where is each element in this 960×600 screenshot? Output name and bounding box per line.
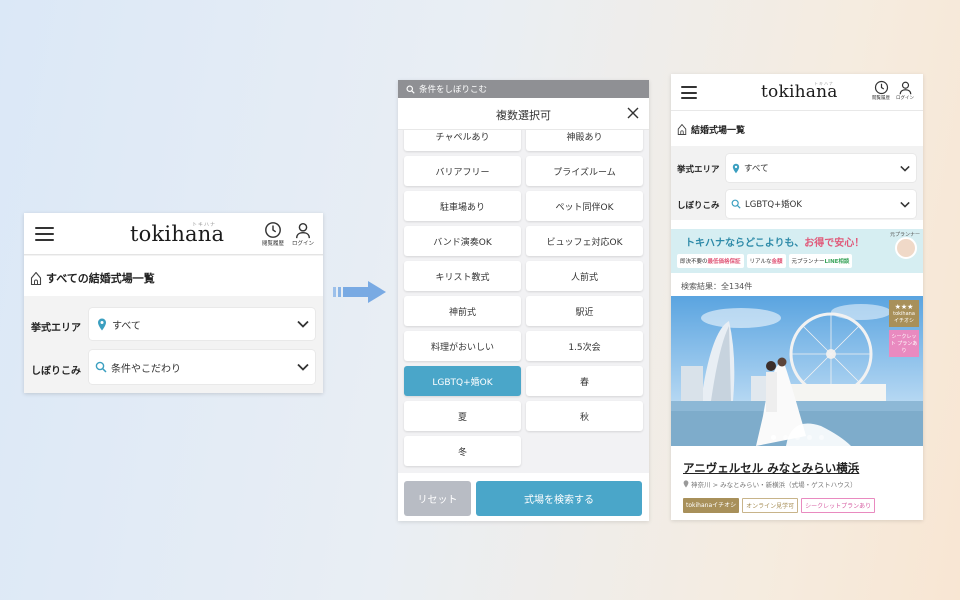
banner-chip: 元プランナーLINE相談 <box>788 254 853 268</box>
logo-sub: トキハナ <box>192 222 217 228</box>
close-icon[interactable] <box>627 107 639 119</box>
login-button[interactable]: ログイン <box>290 221 316 247</box>
history-label: 閲覧履歴 <box>261 241 284 247</box>
banner-chips: 即決不要の最低価格保証 リアルな金額 元プランナーLINE相談 <box>677 254 853 268</box>
filter-option[interactable]: 1.5次会 <box>526 331 643 361</box>
carousel-dot[interactable] <box>806 435 812 440</box>
venue-photo[interactable]: ★★★ tokihana イチオシ シークレット プランあり <box>671 296 923 446</box>
modal-title: 複数選択可 <box>496 109 551 122</box>
pin-icon <box>683 480 689 488</box>
login-button[interactable]: ログイン <box>894 80 916 101</box>
filter-option[interactable]: プライズルーム <box>526 156 643 186</box>
filter-bar-label: 条件をしぼりこむ <box>419 85 488 95</box>
filter-option[interactable]: バリアフリー <box>404 156 521 186</box>
area-select[interactable]: すべて <box>89 308 315 340</box>
area-label: 挙式エリア <box>31 323 81 334</box>
menu-icon[interactable] <box>681 86 697 103</box>
badge: ★★★ tokihana イチオシ シークレット プランあり <box>889 300 919 357</box>
history-button[interactable]: 閲覧履歴 <box>260 221 286 247</box>
area-select-value: すべて <box>744 164 769 174</box>
logo-sub: トキハナ <box>814 81 834 86</box>
filter-option[interactable]: 人前式 <box>526 261 643 291</box>
carousel-dots <box>671 435 923 440</box>
login-label: ログイン <box>291 241 314 247</box>
filter-option[interactable]: ペット同伴OK <box>526 191 643 221</box>
menu-icon[interactable] <box>35 227 54 245</box>
filter-select-value: LGBTQ+婚OK <box>745 200 802 210</box>
result-count: 検索結果：全134件 <box>681 282 753 291</box>
venue-tags: tokihanaイチオシ オンライン見学可 シークレットプランあり <box>683 498 876 513</box>
filter-bar: 条件をしぼりこむ <box>398 80 649 98</box>
page-title: 結婚式場一覧 <box>677 123 745 136</box>
carousel-dot[interactable] <box>770 435 776 440</box>
chevron-down-icon <box>297 363 309 371</box>
chevron-down-icon <box>900 165 910 172</box>
recommend-badge: ★★★ tokihana イチオシ <box>889 300 919 327</box>
search-icon <box>406 84 415 94</box>
banner-headline: トキハナならどこよりも、お得で安心！ <box>685 238 865 249</box>
reset-button[interactable]: リセット <box>404 481 471 516</box>
venue-location: 神奈川 > みなとみらい・新横浜（式場・ゲストハウス） <box>683 479 857 489</box>
area-select-value: すべて <box>112 320 141 332</box>
banner-chip: リアルな金額 <box>746 254 786 268</box>
results-panel: tokihana トキハナ 閲覧履歴 ログイン 結婚式場一覧 挙式エリア すべて… <box>671 74 923 520</box>
filter-option[interactable]: バンド演奏OK <box>404 226 521 256</box>
search-icon <box>95 361 107 373</box>
filter-modal: 条件をしぼりこむ チャペルあり 神殿あり バリアフリー プライズルーム 駐車場あり ペット… <box>398 80 649 521</box>
carousel-dot[interactable] <box>782 435 788 440</box>
secret-plan-badge: シークレット プランあり <box>889 330 919 357</box>
pin-icon <box>98 318 106 330</box>
filter-select[interactable]: 条件やこだわり <box>89 350 315 384</box>
area-select[interactable]: すべて <box>726 154 916 182</box>
venue-photo-image <box>671 296 923 446</box>
chevron-down-icon <box>297 320 309 328</box>
clock-icon <box>265 222 281 238</box>
carousel-dot[interactable] <box>794 435 800 440</box>
app-header: tokihana トキハナ 閲覧履歴 ログイン <box>24 213 323 255</box>
chapel-icon <box>677 124 687 135</box>
venue-name[interactable]: アニヴェルセル みなとみらい横浜 <box>683 460 859 476</box>
banner-chip: 即決不要の最低価格保証 <box>677 254 744 268</box>
area-label: 挙式エリア <box>677 165 720 175</box>
filter-select-value: 条件やこだわり <box>111 363 181 375</box>
filter-label: しぼりこみ <box>677 201 720 211</box>
page-title-text: すべての結婚式場一覧 <box>46 272 155 285</box>
promo-banner[interactable]: トキハナならどこよりも、お得で安心！ 即決不要の最低価格保証 リアルな金額 元プ… <box>671 229 923 273</box>
pin-icon <box>732 163 740 173</box>
user-icon <box>295 222 311 239</box>
chapel-icon <box>30 271 42 285</box>
filter-option[interactable]: 冬 <box>404 436 521 466</box>
avatar <box>895 237 917 259</box>
user-icon <box>899 81 911 95</box>
page-title: すべての結婚式場一覧 <box>30 270 155 286</box>
filter-option[interactable]: 神前式 <box>404 296 521 326</box>
modal-footer: リセット 式場を検索する <box>398 473 649 521</box>
carousel-dot[interactable] <box>818 435 824 440</box>
filter-option[interactable]: 駐車場あり <box>404 191 521 221</box>
search-panel-initial: tokihana トキハナ 閲覧履歴 ログイン すべての結婚式場一覧 挙式エリア… <box>24 213 323 393</box>
page-title-text: 結婚式場一覧 <box>691 126 746 136</box>
search-venues-button[interactable]: 式場を検索する <box>476 481 642 516</box>
filter-option[interactable]: 料理がおいしい <box>404 331 521 361</box>
tag: シークレットプランあり <box>801 498 876 513</box>
clock-icon <box>874 80 888 95</box>
filter-option[interactable]: LGBTQ+婚OK <box>404 366 521 396</box>
flow-arrow-icon <box>333 281 386 303</box>
search-icon <box>731 199 741 209</box>
tag: オンライン見学可 <box>742 498 799 513</box>
tag: tokihanaイチオシ <box>683 498 740 513</box>
filter-option[interactable]: 春 <box>526 366 643 396</box>
filter-option[interactable]: 秋 <box>526 401 643 431</box>
filter-label: しぼりこみ <box>31 366 81 377</box>
login-label: ログイン <box>896 96 914 101</box>
filter-option[interactable]: 駅近 <box>526 296 643 326</box>
filter-option[interactable]: キリスト教式 <box>404 261 521 291</box>
modal-header: 複数選択可 <box>398 98 649 130</box>
history-button[interactable]: 閲覧履歴 <box>870 80 892 101</box>
filter-option[interactable]: 夏 <box>404 401 521 431</box>
history-label: 閲覧履歴 <box>872 96 890 101</box>
filter-select[interactable]: LGBTQ+婚OK <box>726 190 916 218</box>
chevron-down-icon <box>900 201 910 208</box>
filter-option[interactable]: ビュッフェ対応OK <box>526 226 643 256</box>
